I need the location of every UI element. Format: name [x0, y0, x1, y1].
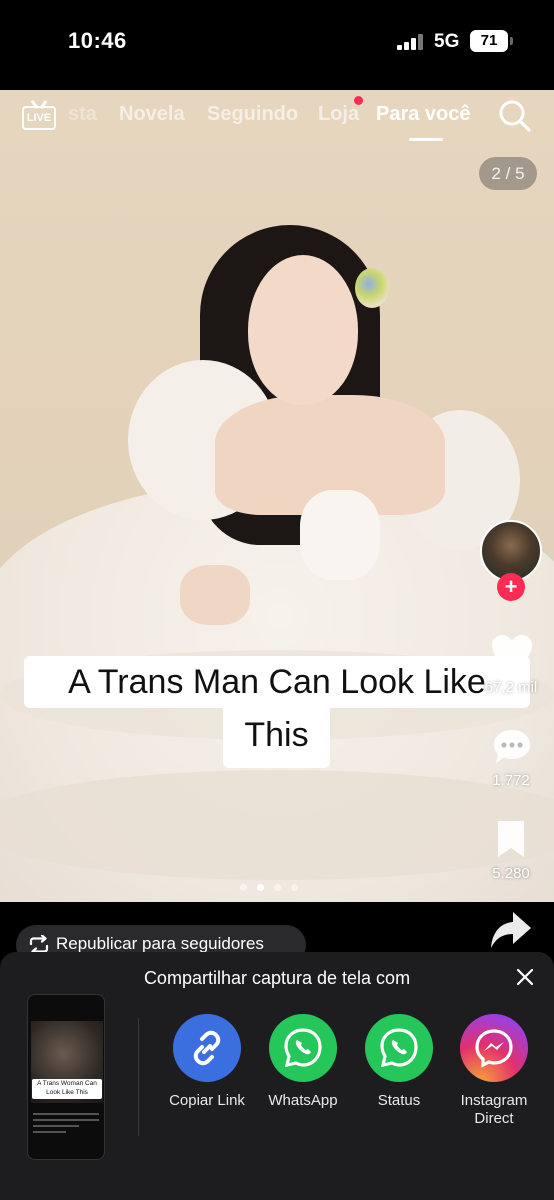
tab-novela[interactable]: Novela	[119, 103, 185, 126]
tab-seguindo[interactable]: Seguindo	[207, 103, 298, 126]
share-option-instagram-direct[interactable]: Instagram Direct	[449, 1014, 539, 1128]
share-option-label: WhatsApp	[268, 1092, 338, 1109]
share-option-label: Instagram Direct	[460, 1092, 528, 1127]
share-option-whatsapp[interactable]: WhatsApp	[258, 1014, 348, 1110]
post-photo[interactable]	[0, 90, 554, 902]
battery-icon: 71	[470, 30, 513, 52]
notification-dot	[354, 96, 363, 105]
live-label: LIVE	[26, 112, 52, 124]
tab-loja[interactable]: Loja	[318, 103, 359, 126]
network-label: 5G	[434, 31, 460, 52]
carousel-indicator	[240, 884, 316, 892]
follow-button[interactable]: +	[497, 573, 525, 601]
live-icon[interactable]: LIVE	[22, 100, 56, 130]
signal-icon	[397, 34, 425, 50]
divider	[138, 1018, 139, 1136]
share-option-label: Copiar Link	[169, 1092, 245, 1109]
caption-line-1: A Trans Man Can Look Like	[24, 656, 530, 708]
share-sheet-title: Compartilhar captura de tela com	[143, 968, 411, 988]
share-arrow-icon[interactable]	[489, 910, 533, 952]
link-icon	[173, 1014, 241, 1082]
repost-label: Republicar para seguidores	[56, 934, 264, 953]
share-option-copy-link[interactable]: Copiar Link	[162, 1014, 252, 1110]
bookmark-icon[interactable]	[495, 820, 527, 858]
top-nav: LIVE sta Novela Seguindo Loja Para você	[0, 96, 554, 146]
share-option-status[interactable]: Status	[354, 1014, 444, 1110]
likes-count: 67,2 mil	[484, 679, 538, 696]
tab-para-voce[interactable]: Para você	[376, 103, 471, 126]
screenshot-thumbnail[interactable]: A Trans Woman Can Look Like This	[27, 994, 105, 1160]
whatsapp-status-icon	[365, 1014, 433, 1082]
comments-count: 1.772	[492, 772, 530, 789]
comment-icon[interactable]	[492, 728, 532, 766]
search-icon[interactable]	[498, 99, 532, 133]
tab-partial[interactable]: sta	[68, 103, 97, 126]
slide-counter: 2 / 5	[479, 157, 537, 190]
heart-icon[interactable]	[491, 634, 533, 674]
share-option-label: Status	[377, 1092, 421, 1109]
status-bar: 10:46 5G 71	[0, 0, 554, 90]
thumbnail-caption: A Trans Woman Can Look Like This	[32, 1079, 102, 1099]
caption-line-2: This	[223, 706, 330, 768]
messenger-icon	[460, 1014, 528, 1082]
saves-count: 5.280	[492, 865, 530, 882]
status-time: 10:46	[68, 28, 127, 53]
share-sheet: Compartilhar captura de tela com A Trans…	[0, 952, 554, 1200]
whatsapp-icon	[269, 1014, 337, 1082]
active-tab-indicator	[409, 138, 443, 141]
close-icon[interactable]	[516, 968, 534, 986]
